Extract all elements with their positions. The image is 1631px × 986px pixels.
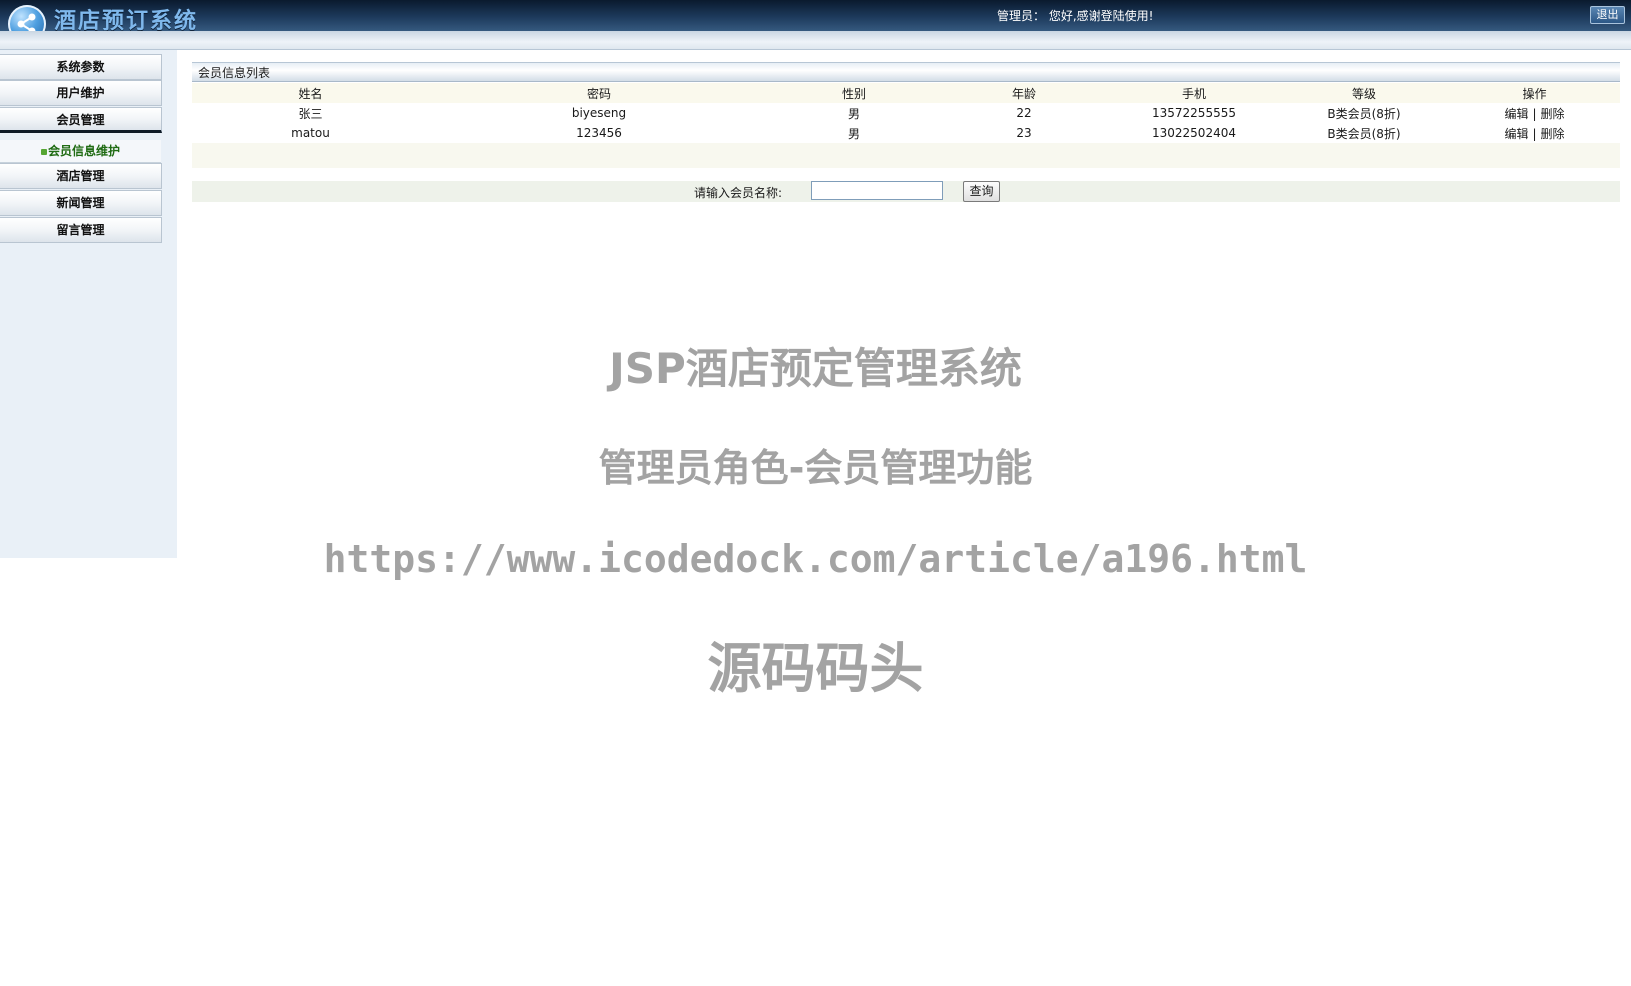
member-table: 姓名 密码 性别 年龄 手机 等级 操作 张三 biyeseng 男 22 13… [192, 83, 1620, 143]
cell-password: 123456 [576, 126, 622, 140]
column-header-password: 密码 [586, 86, 611, 101]
watermark-title: JSP酒店预定管理系统 [609, 344, 1022, 393]
column-header-age: 年龄 [1011, 86, 1036, 101]
panel-title: 会员信息列表 [192, 62, 1620, 82]
sidebar-item-system-params[interactable]: 系统参数 [0, 54, 162, 80]
sidebar-item-news-management[interactable]: 新闻管理 [0, 190, 162, 216]
action-separator: | [1532, 126, 1537, 141]
cell-phone: 13572255555 [1152, 106, 1236, 120]
cell-name: 张三 [298, 106, 323, 121]
search-button[interactable]: 查询 [963, 181, 1000, 202]
edit-link[interactable]: 编辑 [1504, 107, 1528, 121]
cell-age: 22 [1016, 106, 1032, 120]
cell-gender: 男 [847, 126, 860, 141]
sidebar-item-hotel-management[interactable]: 酒店管理 [0, 163, 162, 189]
welcome-message: 管理员： 您好,感谢登陆使用! [997, 9, 1154, 23]
action-separator: | [1532, 106, 1537, 121]
bullet-icon [40, 148, 47, 155]
column-header-name: 姓名 [298, 86, 323, 101]
member-name-search-input[interactable] [811, 181, 943, 200]
cell-name: matou [291, 126, 330, 140]
logout-button[interactable]: 退出 [1590, 6, 1625, 24]
column-header-gender: 性别 [841, 86, 866, 101]
column-header-phone: 手机 [1181, 86, 1206, 101]
watermark-brand: 源码码头 [707, 637, 924, 700]
submenu-item-label: 会员信息维护 [47, 144, 120, 158]
delete-link[interactable]: 删除 [1541, 127, 1565, 141]
header-strip [0, 31, 1631, 50]
column-header-level: 等级 [1351, 86, 1376, 101]
cell-gender: 男 [847, 106, 860, 121]
cell-level: B类会员(8折) [1327, 106, 1401, 121]
table-header-row: 姓名 密码 性别 年龄 手机 等级 操作 [192, 83, 1620, 103]
search-label: 请输入会员名称: [694, 186, 783, 200]
cell-password: biyeseng [571, 106, 627, 120]
top-header: 酒店预订系统 管理员： 您好,感谢登陆使用! 退出 [0, 0, 1631, 43]
submenu-item-member-info[interactable]: 会员信息维护 [0, 140, 161, 163]
cell-level: B类会员(8折) [1327, 126, 1401, 141]
watermark-url: https://www.icodedock.com/article/a196.h… [323, 537, 1308, 581]
cell-actions: 编辑 | 删除 [1449, 103, 1620, 123]
search-bar: 请输入会员名称: 查询 [192, 181, 1620, 202]
cell-phone: 13022502404 [1152, 126, 1236, 140]
edit-link[interactable]: 编辑 [1504, 127, 1528, 141]
table-row: matou 123456 男 23 13022502404 B类会员(8折) 编… [192, 123, 1620, 143]
sidebar-item-message-management[interactable]: 留言管理 [0, 217, 162, 243]
sidebar-item-member-management[interactable]: 会员管理 [0, 107, 162, 133]
sidebar-item-user-maintenance[interactable]: 用户维护 [0, 80, 162, 106]
delete-link[interactable]: 删除 [1541, 107, 1565, 121]
cell-age: 23 [1016, 126, 1032, 140]
cell-actions: 编辑 | 删除 [1449, 123, 1620, 143]
column-header-actions: 操作 [1522, 86, 1547, 101]
watermark-subtitle: 管理员角色-会员管理功能 [598, 446, 1033, 490]
table-row: 张三 biyeseng 男 22 13572255555 B类会员(8折) 编辑… [192, 103, 1620, 123]
